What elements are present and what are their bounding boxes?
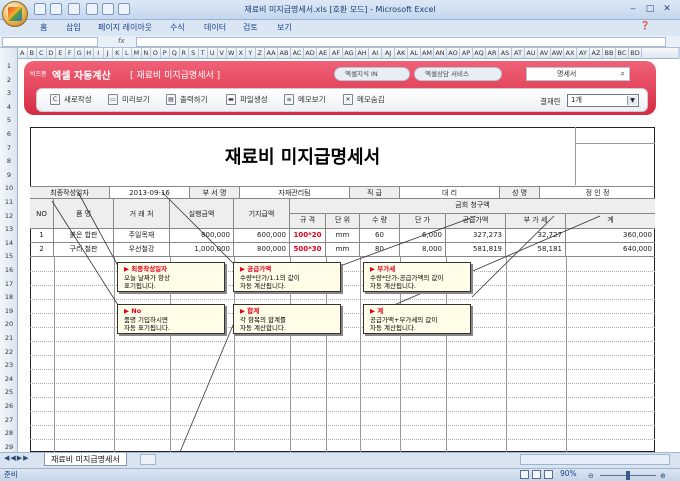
page-break-view-icon[interactable] <box>544 470 553 479</box>
callout-vat: 부가세수량*단가-공급가액의 값이자동 계산됩니다. <box>363 262 471 292</box>
zoom-level: 90% <box>560 469 577 478</box>
callout-title: 합계 <box>240 307 336 316</box>
callout-text: 자동 계산됩니다. <box>240 282 286 290</box>
office-button[interactable] <box>2 1 28 27</box>
callout-connectors <box>51 191 601 453</box>
callout-text: 자동 계산됩니다. <box>370 282 416 290</box>
status-text: 준비 <box>4 470 18 479</box>
callout-text: 자동 계산됩니다. <box>370 324 416 332</box>
callout-total: 계공급가액+부가세의 값이자동 계산됩니다. <box>363 304 471 334</box>
callout-title: No <box>124 307 220 316</box>
callout-text: 품명 기입하시면 <box>124 315 168 324</box>
callout-title: 부가세 <box>370 265 466 274</box>
callout-sum: 합계각 항목의 합계를자동 계산합니다. <box>233 304 341 334</box>
zoom-slider-thumb[interactable] <box>626 471 630 480</box>
callout-text: 표기됩니다. <box>124 282 156 290</box>
callout-text: 수량*단가/1.1의 값이 <box>240 273 300 282</box>
callout-no: No품명 기입하시면자동 표기됩니다. <box>117 304 225 334</box>
status-bar <box>0 468 680 481</box>
zoom-out-icon[interactable]: ⊖ <box>588 472 594 480</box>
new-sheet-icon[interactable] <box>140 454 156 465</box>
callout-title: 공급가액 <box>240 265 336 274</box>
callout-text: 자동 표기됩니다. <box>124 324 170 332</box>
callout-text: 자동 계산합니다. <box>240 324 286 332</box>
callout-date: 최종작성일자오늘 날짜가 항상표기됩니다. <box>117 262 225 292</box>
callout-text: 오늘 날짜가 항상 <box>124 273 170 282</box>
horizontal-scrollbar[interactable] <box>520 454 670 465</box>
callout-text: 수량*단가-공급가액의 값이 <box>370 273 444 282</box>
sheet-tab[interactable]: 재료비 미지급명세서 <box>44 453 127 466</box>
normal-view-icon[interactable] <box>520 470 529 479</box>
zoom-in-icon[interactable]: ⊕ <box>660 472 666 480</box>
callout-title: 계 <box>370 307 466 316</box>
office-logo-icon <box>8 7 22 21</box>
page-layout-view-icon[interactable] <box>532 470 541 479</box>
callout-title: 최종작성일자 <box>124 265 220 274</box>
tab-scroll-icons[interactable]: ◀◀▶▶ <box>4 454 30 462</box>
callout-supply: 공급가액수량*단가/1.1의 값이자동 계산됩니다. <box>233 262 341 292</box>
callout-text: 공급가액+부가세의 값이 <box>370 315 438 324</box>
callout-text: 각 항목의 합계를 <box>240 315 286 324</box>
